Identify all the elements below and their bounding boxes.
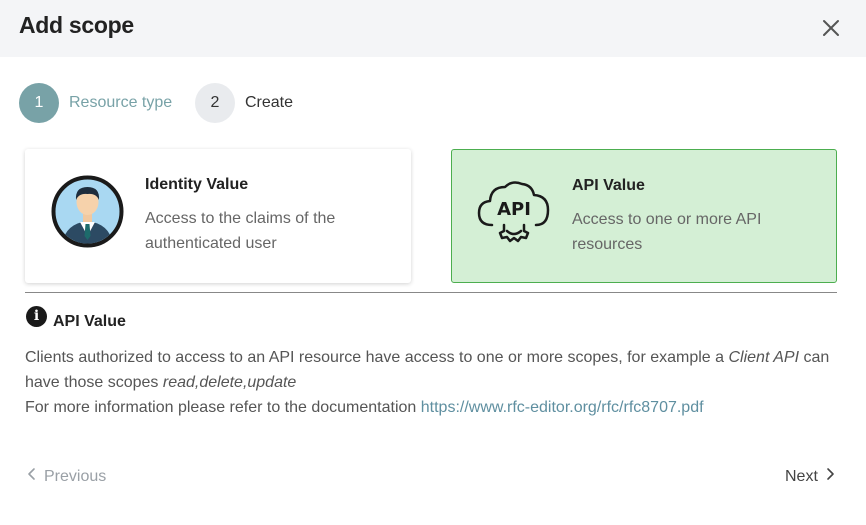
user-avatar-icon [50, 174, 125, 249]
step-resource-type[interactable]: 1 Resource type [19, 83, 172, 123]
dialog-title: Add scope [19, 12, 134, 38]
step-label: Create [245, 94, 294, 111]
next-button[interactable]: Next [785, 467, 837, 486]
chevron-left-icon [25, 467, 39, 486]
identity-value-card[interactable]: Identity Value Access to the claims of t… [25, 149, 411, 283]
step-label: Resource type [69, 94, 173, 111]
card-title: Identity Value [145, 176, 249, 193]
info-scopes: read,delete,update [162, 374, 297, 391]
previous-button[interactable]: Previous [25, 467, 106, 486]
step-number: 2 [195, 83, 235, 123]
api-gear-icon: API [474, 175, 554, 250]
api-value-card[interactable]: API API Value Access to one or more API … [451, 149, 837, 283]
step-number: 1 [19, 83, 59, 123]
info-title: API Value [53, 313, 126, 330]
info-example: Client API [728, 349, 800, 366]
step-create[interactable]: 2 Create [195, 83, 293, 123]
card-title: API Value [572, 177, 645, 194]
next-label: Next [785, 467, 818, 485]
chevron-right-icon [823, 467, 837, 486]
dialog-header: Add scope [0, 0, 866, 57]
close-icon[interactable] [818, 15, 844, 41]
info-description: Clients authorized to access to an API r… [25, 345, 840, 420]
documentation-link[interactable]: https://www.rfc-editor.org/rfc/rfc8707.p… [421, 399, 704, 416]
info-text: Clients authorized to access to an API r… [25, 349, 729, 366]
card-description: Access to the claims of the authenticate… [145, 210, 336, 252]
info-icon: i [26, 306, 47, 327]
card-description: Access to one or more API resources [572, 211, 762, 253]
divider [25, 292, 837, 293]
previous-label: Previous [44, 467, 107, 485]
svg-text:API: API [497, 199, 531, 220]
info-text: For more information please refer to the… [25, 399, 421, 416]
